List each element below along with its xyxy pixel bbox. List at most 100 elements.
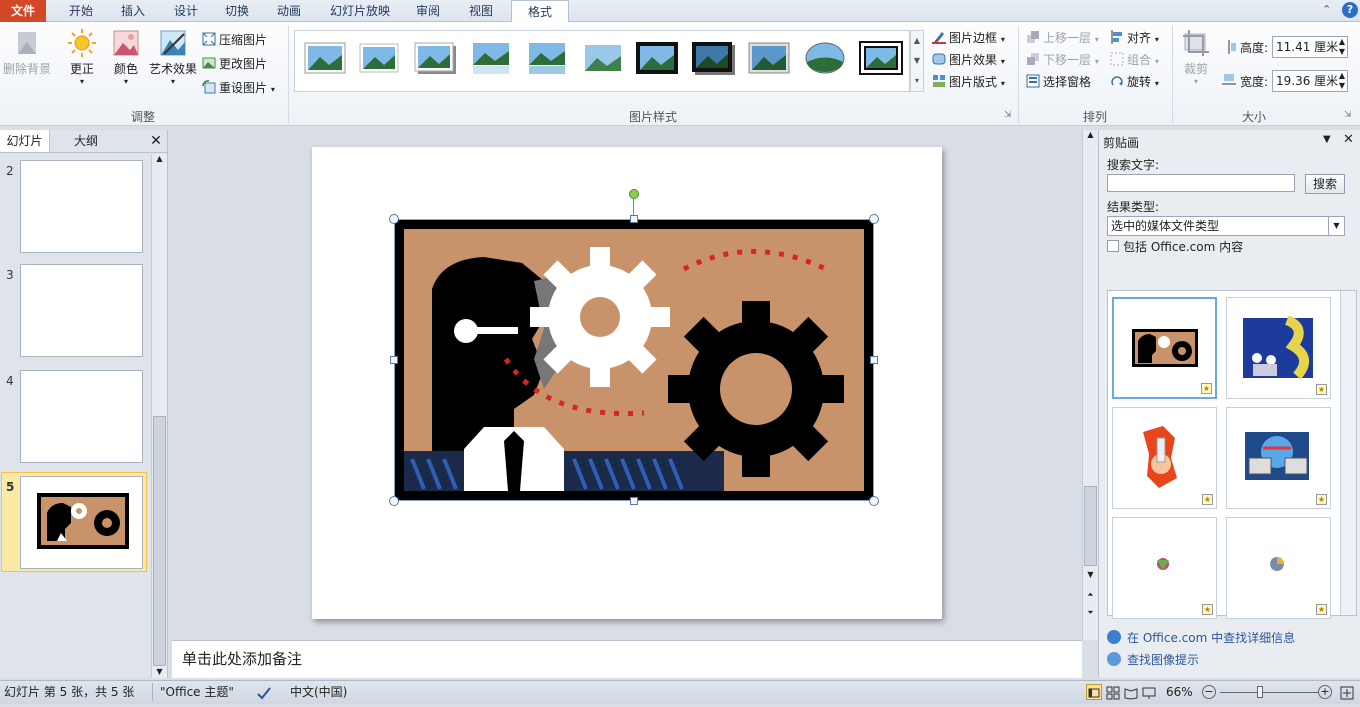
resize-handle[interactable] bbox=[389, 496, 399, 506]
align-button[interactable]: 对齐 ▾ bbox=[1110, 28, 1159, 48]
zoom-slider-thumb[interactable] bbox=[1256, 686, 1263, 698]
style-thumb-soft-edge[interactable] bbox=[357, 41, 401, 75]
slide-thumbnail-3[interactable] bbox=[20, 264, 143, 357]
chevron-down-icon[interactable]: ▼ bbox=[152, 667, 167, 676]
change-picture-button[interactable]: 更改图片 bbox=[202, 54, 267, 74]
tab-animations[interactable]: 动画 bbox=[266, 0, 312, 22]
zoom-slider-track[interactable] bbox=[1220, 692, 1318, 693]
chevron-down-icon[interactable]: ▼ bbox=[911, 51, 923, 71]
style-thumb-soft[interactable] bbox=[581, 41, 625, 75]
clipart-result-small-2[interactable]: ★ bbox=[1226, 517, 1331, 619]
chevron-up-icon[interactable]: ▲ bbox=[1083, 130, 1098, 139]
color-button[interactable]: 颜色 ▾ bbox=[106, 28, 146, 86]
selection-pane-button[interactable]: 选择窗格 bbox=[1026, 72, 1091, 92]
tab-transitions[interactable]: 切换 bbox=[214, 0, 260, 22]
language-status[interactable]: 中文(中国) bbox=[290, 681, 347, 703]
remove-background-button[interactable]: 删除背景 bbox=[2, 28, 52, 77]
slide-canvas[interactable] bbox=[312, 147, 942, 619]
tab-view[interactable]: 视图 bbox=[458, 0, 504, 22]
picture-layout-button[interactable]: 图片版式 ▾ bbox=[932, 72, 1005, 92]
resize-handle[interactable] bbox=[869, 496, 879, 506]
slideshow-view-icon[interactable] bbox=[1142, 685, 1156, 699]
close-icon[interactable]: ✕ bbox=[1343, 132, 1354, 147]
zoom-level[interactable]: 66% bbox=[1166, 681, 1193, 703]
notes-area[interactable]: 单击此处添加备注 bbox=[172, 640, 1082, 678]
reading-view-icon[interactable] bbox=[1124, 685, 1138, 700]
help-icon[interactable]: ? bbox=[1342, 2, 1358, 18]
slide-thumbnail-4[interactable] bbox=[20, 370, 143, 463]
previous-slide-icon[interactable]: ⏶ bbox=[1083, 590, 1098, 600]
reset-picture-button[interactable]: 重设图片 ▾ bbox=[202, 78, 275, 98]
resize-handle[interactable] bbox=[630, 497, 638, 505]
spinner-icon[interactable]: ▲ ▼ bbox=[1339, 71, 1345, 91]
resize-handle[interactable] bbox=[390, 356, 398, 364]
send-backward-button[interactable]: 下移一层 ▾ bbox=[1026, 50, 1099, 70]
include-office-checkbox[interactable] bbox=[1107, 240, 1119, 252]
crop-button[interactable]: 裁剪 ▾ bbox=[1178, 28, 1214, 86]
scroll-thumb[interactable] bbox=[153, 416, 166, 666]
zoom-out-icon[interactable]: − bbox=[1202, 685, 1216, 699]
artistic-effects-button[interactable]: 艺术效果 ▾ bbox=[146, 28, 200, 86]
height-input[interactable]: 11.41 厘米 ▲ ▼ bbox=[1272, 36, 1348, 58]
gallery-scroll[interactable]: ▲ ▼ ▾ bbox=[910, 30, 924, 92]
resize-handle[interactable] bbox=[630, 215, 638, 223]
bring-forward-button[interactable]: 上移一层 ▾ bbox=[1026, 28, 1099, 48]
corrections-button[interactable]: 更正 ▾ bbox=[62, 28, 102, 86]
results-scrollbar[interactable] bbox=[1340, 291, 1356, 615]
next-slide-icon[interactable]: ⏷ bbox=[1083, 608, 1098, 618]
clipart-search-button[interactable]: 搜索 bbox=[1305, 174, 1345, 194]
scroll-thumb[interactable] bbox=[1084, 486, 1097, 566]
clipart-result-small-1[interactable]: ★ bbox=[1112, 517, 1217, 619]
tab-review[interactable]: 审阅 bbox=[406, 0, 450, 22]
gallery-more-icon[interactable]: ▾ bbox=[911, 71, 923, 91]
dialog-launcher-icon[interactable]: ⇲ bbox=[1004, 110, 1012, 120]
clipart-result-gears[interactable]: ★ bbox=[1112, 297, 1217, 399]
resize-handle[interactable] bbox=[870, 356, 878, 364]
tab-home[interactable]: 开始 bbox=[56, 0, 106, 22]
image-tips-link[interactable]: 查找图像提示 bbox=[1127, 651, 1199, 668]
slides-pane-scrollbar[interactable]: ▲ ▼ bbox=[151, 154, 167, 678]
tab-slides[interactable]: 幻灯片 bbox=[0, 130, 50, 152]
clipart-result-hand-phone[interactable]: ★ bbox=[1112, 407, 1217, 509]
chevron-up-icon[interactable]: ▲ bbox=[152, 154, 167, 163]
pane-options-icon[interactable]: ▼ bbox=[1323, 134, 1331, 145]
clipart-search-input[interactable] bbox=[1107, 174, 1295, 192]
rotate-button[interactable]: 旋转 ▾ bbox=[1110, 72, 1159, 92]
dialog-launcher-icon[interactable]: ⇲ bbox=[1344, 110, 1352, 120]
style-thumb-thick-black[interactable] bbox=[635, 41, 679, 75]
chevron-up-icon[interactable]: ▲ bbox=[911, 31, 923, 51]
style-thumb-simple-frame[interactable] bbox=[303, 41, 347, 75]
style-thumb-metal[interactable] bbox=[747, 41, 791, 75]
theme-status[interactable]: "Office 主题" bbox=[160, 681, 234, 703]
style-thumb-reflected-soft[interactable] bbox=[525, 41, 569, 75]
close-icon[interactable]: ✕ bbox=[146, 130, 166, 152]
rotation-handle[interactable] bbox=[629, 189, 639, 199]
slide-sorter-icon[interactable] bbox=[1106, 685, 1120, 700]
style-thumb-shadow[interactable] bbox=[413, 41, 457, 75]
chevron-down-icon[interactable]: ▼ bbox=[1083, 570, 1098, 579]
slide-thumbnail-2[interactable] bbox=[20, 160, 143, 253]
style-thumb-reflected[interactable] bbox=[469, 41, 513, 75]
picture-border-button[interactable]: 图片边框 ▾ bbox=[932, 28, 1005, 48]
tab-format[interactable]: 格式 bbox=[511, 0, 569, 23]
picture-effects-button[interactable]: 图片效果 ▾ bbox=[932, 50, 1005, 70]
tab-insert[interactable]: 插入 bbox=[110, 0, 156, 22]
slide-thumbnail-5[interactable] bbox=[20, 476, 143, 569]
result-type-select[interactable]: 选中的媒体文件类型 ▼ bbox=[1107, 216, 1345, 236]
tab-slideshow[interactable]: 幻灯片放映 bbox=[322, 0, 398, 22]
clipart-result-network-globe[interactable]: ★ bbox=[1226, 407, 1331, 509]
style-thumb-black-shadow[interactable] bbox=[691, 41, 735, 75]
tab-outline[interactable]: 大纲 bbox=[52, 130, 120, 152]
minimize-ribbon-icon[interactable]: ⌃ bbox=[1322, 3, 1336, 17]
width-input[interactable]: 19.36 厘米 ▲ ▼ bbox=[1272, 70, 1348, 92]
office-link[interactable]: 在 Office.com 中查找详细信息 bbox=[1127, 629, 1295, 646]
style-thumb-double-frame[interactable] bbox=[859, 41, 903, 75]
spinner-icon[interactable]: ▲ ▼ bbox=[1339, 37, 1345, 57]
chevron-down-icon[interactable]: ▼ bbox=[1328, 217, 1344, 235]
slide-scrollbar[interactable]: ▲ ▼ ⏶ ⏷ bbox=[1082, 130, 1098, 640]
resize-handle[interactable] bbox=[869, 214, 879, 224]
zoom-in-icon[interactable]: + bbox=[1318, 685, 1332, 699]
group-button[interactable]: 组合 ▾ bbox=[1110, 50, 1159, 70]
tab-file[interactable]: 文件 bbox=[0, 0, 46, 22]
compress-pictures-button[interactable]: 压缩图片 bbox=[202, 30, 267, 50]
